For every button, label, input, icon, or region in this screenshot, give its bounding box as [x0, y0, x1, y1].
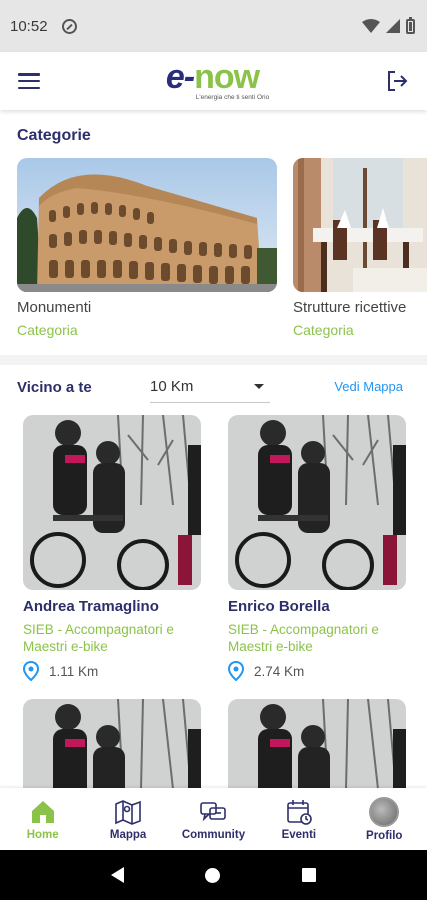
- recent-apps-icon[interactable]: [302, 868, 317, 882]
- category-label: Categoria: [293, 322, 354, 338]
- menu-icon[interactable]: [18, 73, 40, 89]
- section-divider: [0, 355, 427, 365]
- location-pin-icon: [228, 661, 244, 681]
- cyclists-image: [23, 699, 201, 788]
- nav-home[interactable]: Home: [3, 798, 83, 841]
- nav-label: Profilo: [366, 829, 403, 842]
- location-pin-icon: [23, 661, 39, 681]
- home-icon: [31, 800, 54, 823]
- guide-category: SIEB - Accompagnatori e Maestri e-bike: [228, 622, 379, 654]
- avatar: [369, 796, 400, 827]
- nearby-header: Vicino a te 10 Km Vedi Mappa: [0, 365, 427, 409]
- view-map-link[interactable]: Vedi Mappa: [334, 379, 403, 394]
- nav-events[interactable]: Eventi: [259, 798, 339, 841]
- distance-dropdown[interactable]: 10 Km: [150, 375, 270, 403]
- system-navigation-bar: [0, 850, 427, 900]
- status-time: 10:52: [10, 17, 48, 35]
- dnd-icon: [61, 18, 77, 34]
- chevron-down-icon: [254, 384, 264, 389]
- guide-card[interactable]: [23, 699, 201, 788]
- distance-value: 10 Km: [150, 378, 194, 395]
- nav-map[interactable]: Mappa: [88, 798, 168, 841]
- distance-text: 1.11 Km: [49, 663, 99, 679]
- app-bar: e-now L'energia che ti senti Orio: [0, 52, 427, 110]
- guide-distance: 2.74 Km: [228, 661, 406, 681]
- nav-label: Home: [26, 828, 59, 841]
- nearby-title: Vicino a te: [17, 378, 92, 396]
- nav-profile[interactable]: Profilo: [344, 796, 424, 842]
- home-button-icon[interactable]: [205, 867, 221, 883]
- cyclists-image: [23, 415, 201, 590]
- nav-community[interactable]: Community: [173, 798, 253, 841]
- distance-text: 2.74 Km: [254, 663, 305, 679]
- restaurant-image: [293, 158, 427, 292]
- main-content[interactable]: Categorie Monumenti Categoria Strutture …: [0, 110, 427, 788]
- calendar-icon: [287, 799, 312, 825]
- guide-name: Andrea Tramaglino: [23, 598, 159, 615]
- wifi-icon: [362, 19, 380, 33]
- back-icon[interactable]: [110, 867, 124, 883]
- status-bar: 10:52: [0, 0, 427, 52]
- bottom-navigation: Home Mappa Community Eventi Profilo: [0, 788, 427, 850]
- enow-logo: e-now L'energia che ti senti Orio: [165, 57, 270, 101]
- cyclists-image: [228, 699, 406, 788]
- category-card-monumenti[interactable]: Monumenti Categoria: [17, 158, 277, 338]
- colosseum-image: [17, 158, 277, 292]
- category-name: Monumenti: [17, 299, 92, 316]
- guide-card[interactable]: Enrico Borella SIEB - Accompagnatori e M…: [228, 415, 406, 681]
- logout-icon[interactable]: [385, 69, 409, 93]
- guide-distance: 1.11 Km: [23, 661, 201, 681]
- categories-carousel[interactable]: Monumenti Categoria Strutture ricettive …: [0, 158, 427, 338]
- nearby-grid: Andrea Tramaglino SIEB - Accompagnatori …: [0, 409, 427, 788]
- map-icon: [115, 799, 141, 825]
- nav-label: Mappa: [109, 828, 147, 841]
- nav-label: Community: [181, 828, 246, 841]
- cyclists-image: [228, 415, 406, 590]
- category-name: Strutture ricettive: [293, 299, 407, 316]
- guide-card[interactable]: [228, 699, 406, 788]
- signal-icon: [386, 19, 400, 33]
- category-card-strutture[interactable]: Strutture ricettive Categoria: [293, 158, 427, 338]
- guide-card[interactable]: Andrea Tramaglino SIEB - Accompagnatori …: [23, 415, 201, 681]
- guide-name: Enrico Borella: [228, 598, 330, 615]
- community-icon: [200, 801, 227, 821]
- nav-label: Eventi: [281, 828, 317, 841]
- category-label: Categoria: [17, 322, 78, 338]
- categories-title: Categorie: [17, 127, 91, 144]
- logo-tagline: L'energia che ti senti Orio: [195, 93, 270, 101]
- battery-icon: [406, 16, 415, 34]
- guide-category: SIEB - Accompagnatori e Maestri e-bike: [23, 622, 174, 654]
